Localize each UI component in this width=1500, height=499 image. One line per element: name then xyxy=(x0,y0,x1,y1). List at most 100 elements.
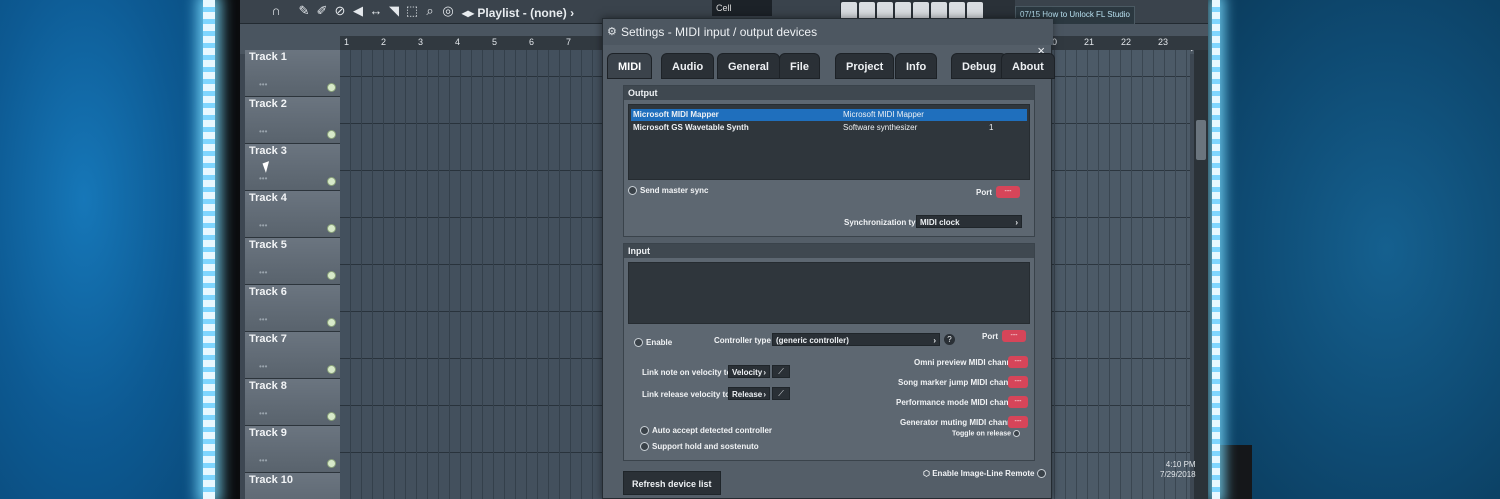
cell-selector[interactable]: Cell xyxy=(712,0,772,16)
tab-label: Audio xyxy=(672,61,704,73)
device-name: Microsoft MIDI Mapper xyxy=(633,110,719,119)
track-label: Track 4 xyxy=(249,192,287,204)
track-header[interactable]: Track 2 ••• xyxy=(245,97,340,144)
tab-label: Project xyxy=(846,61,884,73)
output-device-row[interactable]: Microsoft GS Wavetable Synth Software sy… xyxy=(631,122,1027,134)
tab-debug[interactable]: Debug xyxy=(951,53,1008,79)
sync-type-select[interactable]: MIDI clock › xyxy=(916,215,1022,228)
track-enable-led[interactable] xyxy=(327,177,336,186)
track-grip-icon: ••• xyxy=(259,456,268,465)
track-label: Track 5 xyxy=(249,239,287,251)
dialog-title-bar[interactable]: ⚙ Settings - MIDI input / output devices xyxy=(603,19,1053,45)
image-line-remote-toggle[interactable]: ⬡ Enable Image-Line Remote xyxy=(923,469,1049,479)
tab-file[interactable]: File xyxy=(779,53,820,79)
help-icon[interactable]: ? xyxy=(944,334,955,345)
ruler-bar-number: 6 xyxy=(529,37,535,47)
track-label: Track 2 xyxy=(249,98,287,110)
refresh-device-list-button[interactable]: Refresh device list xyxy=(623,471,721,495)
link-release-knob-button[interactable]: ⟋ xyxy=(772,387,790,400)
pencil-icon[interactable]: ✎ xyxy=(296,3,312,19)
slice-icon[interactable]: ◥ xyxy=(386,3,402,19)
scrollbar-thumb[interactable] xyxy=(1196,120,1206,160)
track-enable-led[interactable] xyxy=(327,318,336,327)
led-strip-left xyxy=(203,0,215,499)
track-header[interactable]: Track 9 ••• xyxy=(245,426,340,473)
magnet-icon[interactable]: ∩ xyxy=(268,3,284,19)
tab-label: Info xyxy=(906,61,927,73)
auto-accept-label: Auto accept detected controller xyxy=(652,426,773,435)
radio-icon xyxy=(640,442,649,452)
song-marker-label: Song marker jump MIDI channel xyxy=(898,378,1020,387)
select-icon[interactable]: ⬚ xyxy=(404,3,420,19)
track-enable-led[interactable] xyxy=(327,83,336,92)
link-release-select[interactable]: Release › xyxy=(728,387,770,400)
track-header[interactable]: Track 5 ••• xyxy=(245,238,340,285)
omni-preview-channel[interactable]: --- xyxy=(1008,356,1028,368)
led-strip-right xyxy=(1212,0,1220,499)
track-header[interactable]: Track 10••• xyxy=(245,473,340,499)
track-header[interactable]: Track 1 ••• xyxy=(245,50,340,97)
track-enable-led[interactable] xyxy=(327,365,336,374)
playlist-grid-shade xyxy=(340,50,605,499)
ruler-bar-number: 23 xyxy=(1158,37,1169,47)
track-header[interactable]: Track 6 ••• xyxy=(245,285,340,332)
send-master-sync-toggle[interactable]: Send master sync xyxy=(628,186,709,196)
track-enable-led[interactable] xyxy=(327,130,336,139)
ruler-bar-number: 2 xyxy=(381,37,387,47)
track-enable-led[interactable] xyxy=(327,459,336,468)
tab-general[interactable]: General xyxy=(717,53,780,79)
input-device-list[interactable] xyxy=(628,262,1030,324)
track-enable-led[interactable] xyxy=(327,412,336,421)
enable-toggle[interactable]: Enable xyxy=(634,338,672,348)
input-port-label: Port xyxy=(982,332,998,341)
paint-icon[interactable]: ✐ xyxy=(314,3,330,19)
support-hold-toggle[interactable]: Support hold and sostenuto xyxy=(640,442,759,452)
controller-type-select[interactable]: (generic controller) › xyxy=(772,333,940,346)
performance-mode-channel[interactable]: --- xyxy=(1008,396,1028,408)
track-list: Track 1 ••• Track 2 ••• Track 3 ••• Track 4 •••… xyxy=(245,50,340,499)
dialog-title: Settings - MIDI input / output devices xyxy=(621,25,818,39)
tab-label: File xyxy=(790,61,809,73)
output-port-field[interactable]: --- xyxy=(996,186,1020,198)
send-master-sync-label: Send master sync xyxy=(640,186,709,195)
toggle-on-release[interactable]: Toggle on release xyxy=(952,430,1023,437)
sync-type-label: Synchronization type xyxy=(844,218,925,227)
link-note-knob-button[interactable]: ⟋ xyxy=(772,365,790,378)
track-header[interactable]: Track 8 ••• xyxy=(245,379,340,426)
chevron-right-icon: › xyxy=(763,368,766,377)
mute-icon[interactable]: ◀ xyxy=(350,3,366,19)
output-device-row[interactable]: Microsoft MIDI Mapper Microsoft MIDI Map… xyxy=(631,109,1027,121)
device-type: Software synthesizer xyxy=(843,123,918,132)
playlist-title[interactable]: ◂▸ Playlist - (none) › xyxy=(462,6,574,20)
clock-date: 7/29/2018 xyxy=(1160,470,1196,479)
tab-label: Debug xyxy=(962,61,997,73)
monitor-screen: ∩ ✎ ✐ ⊘ ◀ ↔ ◥ ⬚ ⌕ ◎ ◂▸ Playlist - (none)… xyxy=(240,0,1208,499)
tab-about[interactable]: About xyxy=(1001,53,1055,79)
link-note-select[interactable]: Velocity › xyxy=(728,365,770,378)
zoom-icon[interactable]: ⌕ xyxy=(422,3,438,19)
output-device-list[interactable]: Microsoft MIDI Mapper Microsoft MIDI Map… xyxy=(628,104,1030,180)
track-enable-led[interactable] xyxy=(327,271,336,280)
vertical-scrollbar[interactable] xyxy=(1194,50,1208,499)
track-grip-icon: ••• xyxy=(259,362,268,371)
tab-audio[interactable]: Audio xyxy=(661,53,715,79)
delete-icon[interactable]: ⊘ xyxy=(332,3,348,19)
link-note-value: Velocity xyxy=(732,368,763,377)
tab-info[interactable]: Info xyxy=(895,53,938,79)
auto-accept-toggle[interactable]: Auto accept detected controller xyxy=(640,426,773,436)
input-port-field[interactable]: --- xyxy=(1002,330,1026,342)
ruler-bar-number: 3 xyxy=(418,37,424,47)
generator-muting-channel[interactable]: --- xyxy=(1008,416,1028,428)
tab-project[interactable]: Project xyxy=(835,53,895,79)
track-header[interactable]: Track 7 ••• xyxy=(245,332,340,379)
tab-midi[interactable]: MIDI xyxy=(607,53,653,79)
track-grip-icon: ••• xyxy=(259,315,268,324)
taskbar-clock[interactable]: 4:10 PM 7/29/2018 xyxy=(1160,460,1196,480)
song-marker-channel[interactable]: --- xyxy=(1008,376,1028,388)
slip-icon[interactable]: ↔ xyxy=(368,3,384,19)
track-grip-icon: ••• xyxy=(259,409,268,418)
track-header[interactable]: Track 4 ••• xyxy=(245,191,340,238)
track-enable-led[interactable] xyxy=(327,224,336,233)
track-header[interactable]: Track 3 ••• xyxy=(245,144,340,191)
playback-icon[interactable]: ◎ xyxy=(440,3,456,19)
